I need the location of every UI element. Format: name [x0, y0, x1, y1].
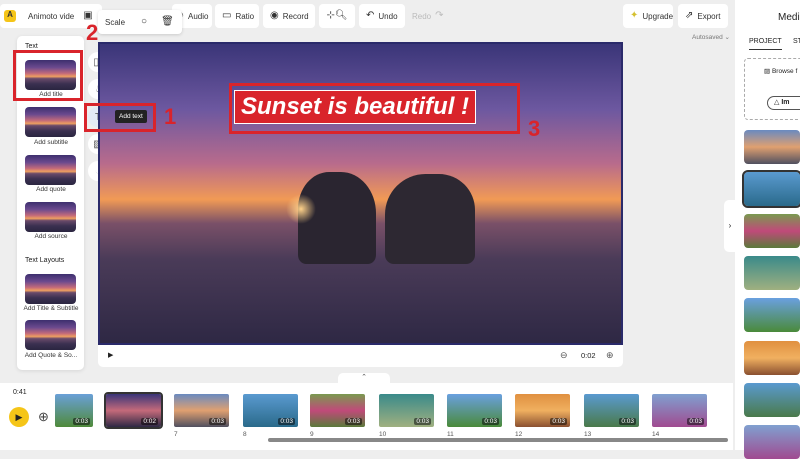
- ratio-icon: ▭: [222, 10, 232, 21]
- media-thumbnail[interactable]: [744, 425, 800, 459]
- timeline-clip[interactable]: 0:03: [379, 394, 434, 427]
- add-quote-source-card[interactable]: [25, 320, 76, 350]
- clip-number: 11: [447, 431, 454, 438]
- rotate-button[interactable]: ○: [141, 17, 147, 27]
- add-quote-source-label: Add Quote & So...: [24, 352, 78, 359]
- add-source-label: Add source: [34, 233, 68, 240]
- clip-number: 10: [379, 431, 387, 438]
- undo-button[interactable]: ↶ Undo: [359, 4, 405, 28]
- clip-number: 13: [584, 431, 592, 438]
- timeline-play-button[interactable]: ▶: [9, 407, 29, 427]
- clip-duration: 0:02: [141, 418, 158, 425]
- add-subtitle-label: Add subtitle: [34, 139, 68, 146]
- timeline-scrollbar[interactable]: [268, 438, 728, 442]
- title-text-overlay[interactable]: Sunset is beautiful !: [234, 90, 477, 124]
- timeline-clip[interactable]: 0:03: [515, 394, 570, 427]
- annotation-number-1: 1: [164, 104, 177, 129]
- export-button[interactable]: ⇗ Export: [678, 4, 728, 28]
- timeline-clip[interactable]: 0:03: [310, 394, 365, 427]
- clip-duration: 0:03: [73, 418, 90, 425]
- upgrade-button[interactable]: ✦ Upgrade: [623, 4, 673, 28]
- record-button[interactable]: ◉ Record: [263, 4, 315, 28]
- tab-project[interactable]: PROJECT: [749, 38, 782, 50]
- section-layouts-heading: Text Layouts: [25, 257, 65, 264]
- add-clip-button[interactable]: ⊕: [38, 409, 49, 425]
- media-thumbnail[interactable]: [744, 256, 800, 290]
- tab-stock[interactable]: ST: [793, 38, 800, 45]
- clip-duration: 0:03: [278, 418, 295, 425]
- sun-glow: [286, 194, 316, 224]
- redo-icon: ↷: [435, 10, 444, 21]
- timeline-clip[interactable]: 0:03: [174, 394, 229, 427]
- clip-duration: 0:03: [482, 418, 499, 425]
- add-title-card[interactable]: [25, 60, 76, 90]
- media-thumbnail[interactable]: [744, 130, 800, 164]
- zoom-out-button[interactable]: ⊖: [560, 350, 568, 361]
- clip-duration: 0:03: [550, 418, 567, 425]
- ratio-button[interactable]: ▭ Ratio: [215, 4, 259, 28]
- redo-button[interactable]: Redo ↷: [405, 4, 444, 28]
- zoom-in-button[interactable]: ⊕: [606, 350, 614, 361]
- clip-number: 9: [310, 431, 314, 438]
- clip-number: 12: [515, 431, 523, 438]
- animoto-logo: A: [4, 10, 16, 22]
- add-quote-card[interactable]: [25, 155, 76, 185]
- timeline-clip[interactable]: 0:03: [652, 394, 707, 427]
- media-thumbnail[interactable]: [744, 214, 800, 248]
- timeline-clip[interactable]: 0:03: [447, 394, 502, 427]
- video-preview[interactable]: [98, 42, 623, 345]
- media-thumbnail[interactable]: [742, 170, 800, 208]
- clip-duration: 0:03: [619, 418, 636, 425]
- add-title-label: Add title: [39, 91, 63, 98]
- annotation-number-2: 2: [86, 20, 99, 45]
- element-toolbar: Scale ○ 🗑︎: [98, 10, 182, 34]
- timeline-clip[interactable]: 0:03: [584, 394, 639, 427]
- add-title-subtitle-label: Add Title & Subtitle: [23, 305, 79, 312]
- preview-play-button[interactable]: ▶: [108, 351, 113, 359]
- media-title: Media: [778, 12, 800, 23]
- annotation-number-3: 3: [528, 116, 541, 141]
- clip-number: 14: [652, 431, 660, 438]
- zoom-button[interactable]: ⊹🔍︎: [319, 4, 355, 28]
- record-icon: ◉: [270, 10, 279, 21]
- rock-right: [385, 174, 475, 264]
- clip-duration: 0:03: [414, 418, 431, 425]
- browse-button[interactable]: ▨ Browse f: [764, 67, 797, 75]
- add-source-card[interactable]: [25, 202, 76, 232]
- timeline-clip[interactable]: 0:03: [55, 394, 93, 427]
- media-thumbnail[interactable]: [744, 383, 800, 417]
- total-duration: 0:41: [13, 389, 27, 396]
- autosaved-status[interactable]: Autosaved ⌄: [692, 33, 730, 41]
- clip-duration: 0:03: [687, 418, 704, 425]
- import-button[interactable]: △ Im: [767, 96, 800, 110]
- add-subtitle-card[interactable]: [25, 107, 76, 137]
- timeline-clip[interactable]: 0:02: [104, 392, 163, 429]
- add-title-subtitle-card[interactable]: [25, 274, 76, 304]
- undo-icon: ↶: [366, 10, 375, 21]
- media-thumbnail[interactable]: [744, 298, 800, 332]
- player-bar: [98, 345, 623, 367]
- clip-number: 8: [243, 431, 247, 438]
- sparkle-icon: ✦: [630, 10, 639, 21]
- section-text-heading: Text: [25, 43, 38, 50]
- image-file-icon: ▨: [764, 68, 771, 75]
- timeline-clip[interactable]: 0:03: [243, 394, 298, 427]
- export-icon: ⇗: [685, 10, 694, 21]
- zoom-icon: ⊹🔍︎: [326, 10, 348, 21]
- project-name: Animoto video: [28, 11, 79, 21]
- delete-icon[interactable]: 🗑︎: [161, 17, 174, 27]
- clip-duration: 0:03: [209, 418, 226, 425]
- clip-duration: 0:03: [345, 418, 362, 425]
- current-time: 0:02: [581, 351, 596, 360]
- clip-number: 7: [174, 431, 178, 438]
- tooltip-add-text: Add text: [115, 110, 147, 123]
- media-thumbnail[interactable]: [744, 341, 800, 375]
- scale-button[interactable]: Scale: [105, 18, 125, 27]
- add-quote-label: Add quote: [36, 186, 66, 193]
